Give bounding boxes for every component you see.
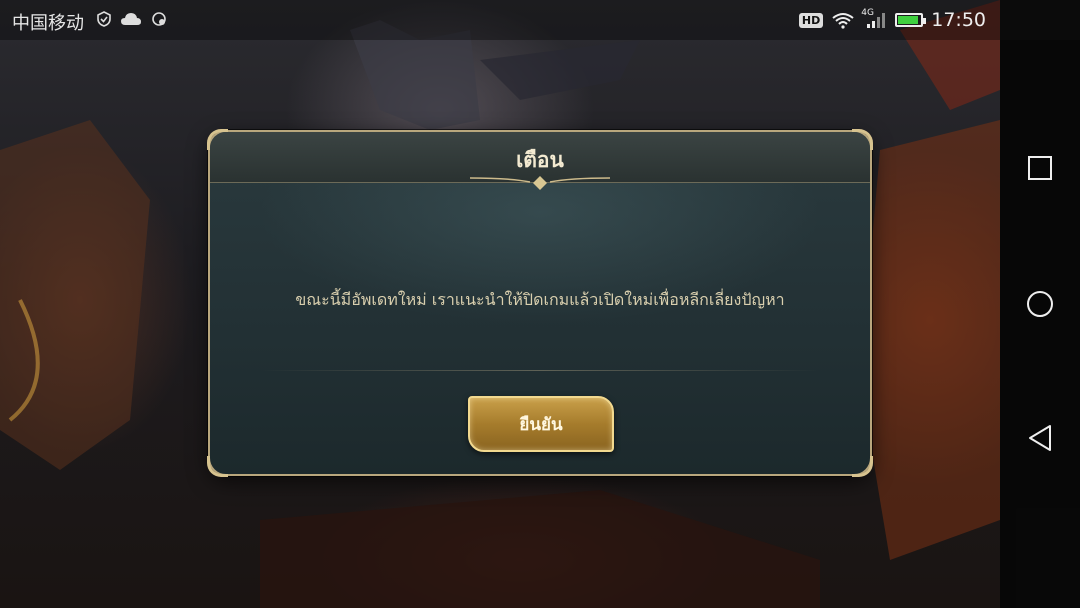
confirm-button-label: ยืนยัน <box>519 414 563 435</box>
status-bar: 中国移动 HD 4G 17:50 <box>0 0 1080 40</box>
back-triangle-icon <box>1029 425 1051 451</box>
status-icons-right: HD 4G 17:50 <box>798 8 986 31</box>
dialog-message: ขณะนี้มีอัพเดทใหม่ เราแนะนำให้ปิดเกมแล้ว… <box>295 290 785 309</box>
alert-dialog: เตือน ขณะนี้มีอัพเดทใหม่ เราแนะนำให้ปิดเ… <box>207 129 873 477</box>
gear-shield-icon <box>152 12 166 26</box>
recent-apps-square-icon <box>1028 156 1052 180</box>
back-button[interactable] <box>1024 422 1056 454</box>
home-button[interactable] <box>1024 288 1056 320</box>
cellular-signal-icon: 4G <box>861 8 887 29</box>
header-ornament-icon <box>470 176 610 190</box>
status-icons-left <box>96 10 168 28</box>
recent-apps-button[interactable] <box>1024 152 1056 184</box>
navigation-bar <box>1000 40 1080 608</box>
clock: 17:50 <box>931 9 986 31</box>
home-circle-icon <box>1027 291 1053 317</box>
dialog-divider <box>262 370 818 371</box>
battery-charging-icon <box>895 13 927 27</box>
cloud-icon <box>121 13 141 25</box>
hd-badge: HD <box>798 12 824 28</box>
confirm-button[interactable]: ยืนยัน <box>468 396 614 452</box>
shield-check-icon <box>97 11 111 27</box>
carrier-label: 中国移动 <box>12 13 84 34</box>
wifi-icon <box>832 13 854 29</box>
dialog-title: เตือน <box>516 148 564 172</box>
